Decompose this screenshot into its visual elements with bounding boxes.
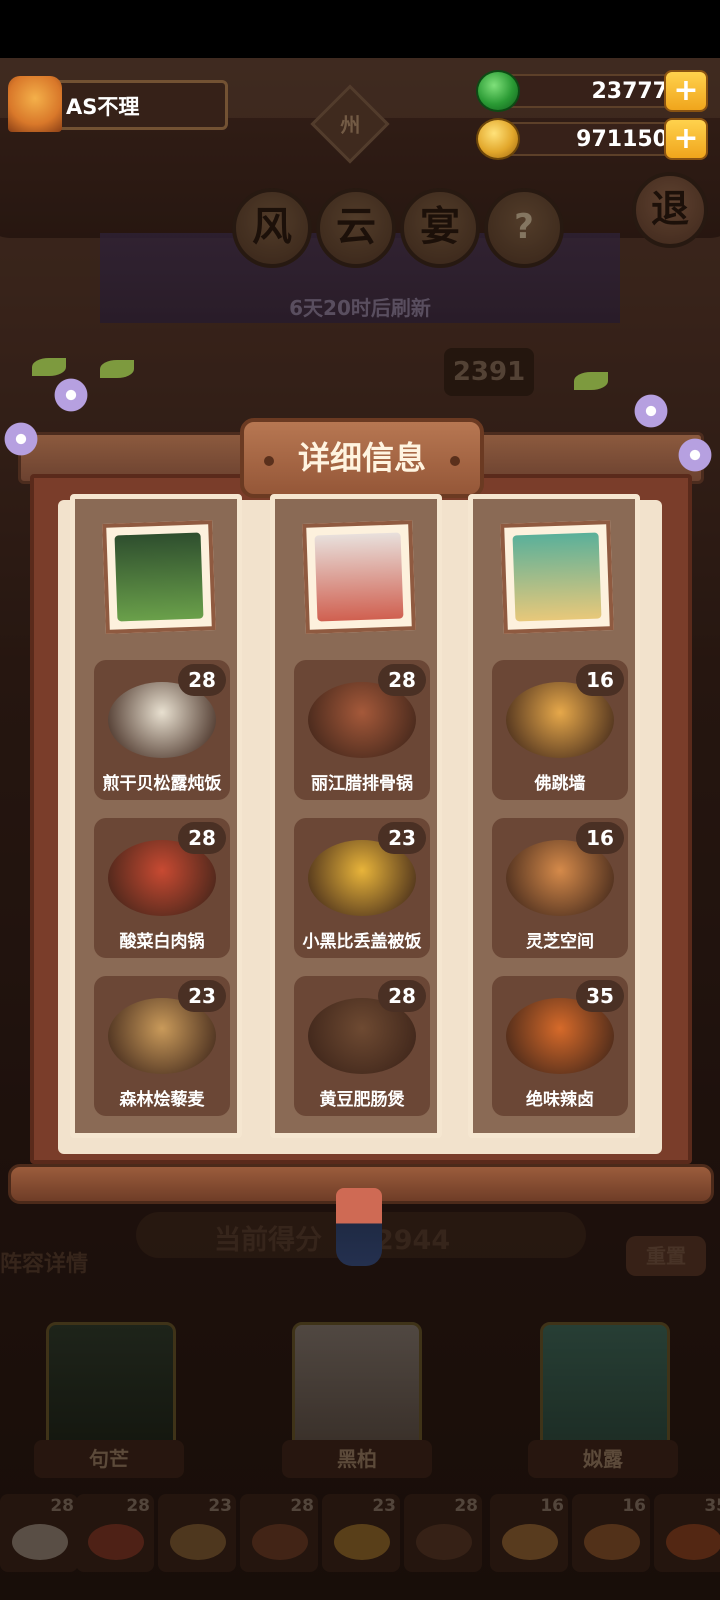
dish-name: 灵芝空间 <box>526 932 594 952</box>
dish-name: 煎干贝松露炖饭 <box>102 774 222 794</box>
flower-icon <box>676 436 714 474</box>
flower-icon <box>632 392 670 430</box>
leaf-icon <box>574 372 608 390</box>
dish-name: 佛跳墙 <box>534 774 586 794</box>
dish-name: 小黑比丢盖被饭 <box>302 932 422 952</box>
flower-icon <box>2 420 40 458</box>
dish-card[interactable]: 35 绝味辣卤 <box>492 976 628 1116</box>
chef-portrait-2[interactable] <box>302 520 416 634</box>
dish-name: 森林烩藜麦 <box>119 1090 205 1110</box>
dish-level: 23 <box>178 980 226 1012</box>
flower-icon <box>52 376 90 414</box>
leaf-icon <box>32 358 66 376</box>
dish-card[interactable]: 16 佛跳墙 <box>492 660 628 800</box>
dish-level: 16 <box>576 664 624 696</box>
dish-card[interactable]: 16 灵芝空间 <box>492 818 628 958</box>
coin-icon <box>476 118 520 160</box>
dish-name: 绝味辣卤 <box>526 1090 594 1110</box>
jade-icon <box>476 70 520 112</box>
dish-name: 酸菜白肉锅 <box>119 932 205 952</box>
tassel-decoration <box>336 1188 382 1266</box>
dish-level: 28 <box>378 664 426 696</box>
dish-level: 28 <box>178 664 226 696</box>
dish-card[interactable]: 28 丽江腊排骨锅 <box>294 660 430 800</box>
coin-amount: 971150 <box>576 127 668 152</box>
dish-name: 黄豆肥肠煲 <box>319 1090 405 1110</box>
dish-name: 丽江腊排骨锅 <box>311 774 413 794</box>
dish-card[interactable]: 28 酸菜白肉锅 <box>94 818 230 958</box>
dialog-title: 详细信息 <box>240 418 484 498</box>
add-coin-button[interactable]: + <box>664 118 708 160</box>
dish-level: 28 <box>378 980 426 1012</box>
dish-level: 16 <box>576 822 624 854</box>
jade-amount: 23777 <box>591 79 668 104</box>
chef-portrait-3[interactable] <box>500 520 614 634</box>
chef-portrait-1[interactable] <box>102 520 216 634</box>
dish-level: 35 <box>576 980 624 1012</box>
dish-level: 28 <box>178 822 226 854</box>
dish-card[interactable]: 28 黄豆肥肠煲 <box>294 976 430 1116</box>
status-bar <box>0 0 720 58</box>
dish-level: 23 <box>378 822 426 854</box>
leaf-icon <box>100 360 134 378</box>
add-jade-button[interactable]: + <box>664 70 708 112</box>
dish-card[interactable]: 23 小黑比丢盖被饭 <box>294 818 430 958</box>
player-avatar[interactable] <box>8 76 62 132</box>
player-name: AS不理 <box>66 95 140 119</box>
dish-card[interactable]: 23 森林烩藜麦 <box>94 976 230 1116</box>
dish-card[interactable]: 28 煎干贝松露炖饭 <box>94 660 230 800</box>
